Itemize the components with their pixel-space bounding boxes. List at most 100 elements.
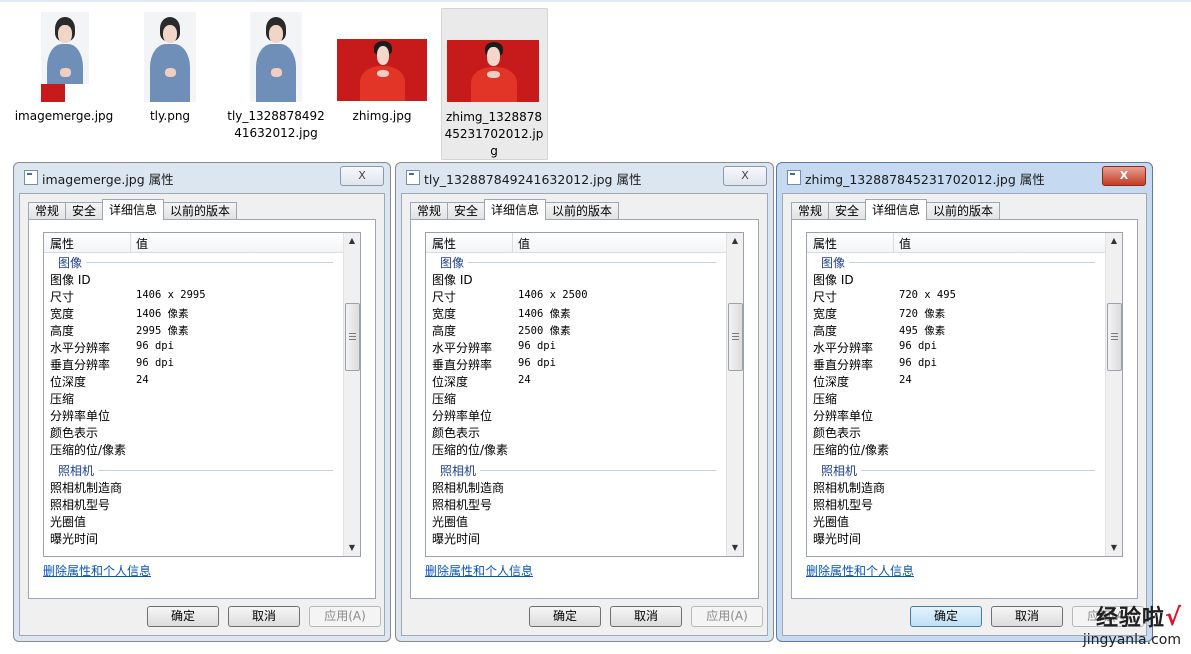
- tab-general[interactable]: 常规: [410, 202, 449, 220]
- column-header-property[interactable]: 属性: [50, 235, 74, 252]
- property-row[interactable]: 图像 ID: [807, 270, 1105, 287]
- property-row[interactable]: 照相机制造商: [426, 478, 726, 495]
- tab-security[interactable]: 安全: [447, 202, 486, 220]
- property-row[interactable]: 水平分辨率 96 dpi: [426, 338, 726, 355]
- file-item[interactable]: zhimg_132887845231702012.jpg: [441, 8, 548, 160]
- ok-button[interactable]: 确定: [910, 606, 982, 627]
- property-row[interactable]: 颜色表示: [44, 423, 343, 440]
- scroll-down-icon[interactable]: ▼: [1109, 543, 1119, 553]
- property-row[interactable]: 压缩的位/像素: [44, 440, 343, 457]
- property-row[interactable]: 垂直分辨率 96 dpi: [426, 355, 726, 372]
- property-row[interactable]: 位深度 24: [44, 372, 343, 389]
- property-row[interactable]: 宽度 1406 像素: [44, 304, 343, 321]
- column-header-value[interactable]: 值: [518, 235, 530, 252]
- tab-previous-versions[interactable]: 以前的版本: [926, 202, 1001, 220]
- dialog-titlebar[interactable]: imagemerge.jpg 属性 X: [14, 163, 390, 189]
- remove-properties-link[interactable]: 删除属性和个人信息: [43, 562, 151, 579]
- cancel-button[interactable]: 取消: [228, 606, 300, 627]
- property-row[interactable]: 压缩: [807, 389, 1105, 406]
- property-row[interactable]: 水平分辨率 96 dpi: [44, 338, 343, 355]
- property-row[interactable]: 曝光时间: [44, 529, 343, 546]
- remove-properties-link[interactable]: 删除属性和个人信息: [425, 562, 533, 579]
- property-row[interactable]: 位深度 24: [426, 372, 726, 389]
- property-row[interactable]: 光圈值: [44, 512, 343, 529]
- close-button[interactable]: X: [340, 166, 384, 186]
- tab-details[interactable]: 详细信息: [865, 199, 928, 220]
- property-value: 24: [899, 374, 912, 386]
- property-row[interactable]: 垂直分辨率 96 dpi: [807, 355, 1105, 372]
- property-row[interactable]: 压缩: [426, 389, 726, 406]
- cancel-button[interactable]: 取消: [991, 606, 1063, 627]
- vertical-scrollbar[interactable]: ▲ ▼: [1105, 233, 1122, 556]
- property-row[interactable]: 照相机型号: [44, 495, 343, 512]
- tab-general[interactable]: 常规: [28, 202, 67, 220]
- property-row[interactable]: 颜色表示: [807, 423, 1105, 440]
- property-row[interactable]: 照相机型号: [807, 495, 1105, 512]
- property-row[interactable]: 光圈值: [807, 512, 1105, 529]
- tab-previous-versions[interactable]: 以前的版本: [163, 202, 238, 220]
- scrollbar-thumb[interactable]: [728, 303, 743, 371]
- property-row[interactable]: 光圈值: [426, 512, 726, 529]
- property-row[interactable]: 尺寸 720 x 495: [807, 287, 1105, 304]
- property-row[interactable]: 宽度 1406 像素: [426, 304, 726, 321]
- property-row[interactable]: 颜色表示: [426, 423, 726, 440]
- property-row[interactable]: 压缩的位/像素: [426, 440, 726, 457]
- property-row[interactable]: 高度 2995 像素: [44, 321, 343, 338]
- close-button[interactable]: X: [1102, 166, 1146, 186]
- property-row[interactable]: 垂直分辨率 96 dpi: [44, 355, 343, 372]
- tab-details[interactable]: 详细信息: [102, 199, 165, 220]
- apply-button[interactable]: 应用(A): [691, 606, 763, 627]
- file-item[interactable]: zhimg.jpg: [330, 8, 435, 158]
- file-thumbnail: [250, 12, 302, 102]
- property-row[interactable]: 照相机制造商: [807, 478, 1105, 495]
- tab-details[interactable]: 详细信息: [484, 199, 547, 220]
- property-row[interactable]: 分辨率单位: [807, 406, 1105, 423]
- property-row[interactable]: 压缩的位/像素: [807, 440, 1105, 457]
- vertical-scrollbar[interactable]: ▲ ▼: [343, 233, 360, 556]
- column-header-value[interactable]: 值: [899, 235, 911, 252]
- property-row[interactable]: 压缩: [44, 389, 343, 406]
- scrollbar-thumb[interactable]: [345, 303, 360, 371]
- scroll-up-icon[interactable]: ▲: [730, 236, 740, 246]
- scroll-down-icon[interactable]: ▼: [730, 543, 740, 553]
- file-item[interactable]: tly_132887849241632012.jpg: [224, 8, 329, 158]
- file-item[interactable]: imagemerge.jpg: [12, 8, 117, 158]
- scroll-up-icon[interactable]: ▲: [1109, 236, 1119, 246]
- property-row[interactable]: 分辨率单位: [426, 406, 726, 423]
- property-row[interactable]: 高度 2500 像素: [426, 321, 726, 338]
- tab-general[interactable]: 常规: [791, 202, 830, 220]
- property-row[interactable]: 曝光时间: [807, 529, 1105, 546]
- property-row[interactable]: 尺寸 1406 x 2500: [426, 287, 726, 304]
- scrollbar-thumb[interactable]: [1107, 303, 1122, 371]
- ok-button[interactable]: 确定: [147, 606, 219, 627]
- property-row[interactable]: 照相机型号: [426, 495, 726, 512]
- column-header-value[interactable]: 值: [136, 235, 148, 252]
- dialog-titlebar[interactable]: tly_132887849241632012.jpg 属性 X: [396, 163, 773, 189]
- property-row[interactable]: 宽度 720 像素: [807, 304, 1105, 321]
- dialog-titlebar[interactable]: zhimg_132887845231702012.jpg 属性 X: [777, 163, 1152, 189]
- dialog-title: imagemerge.jpg 属性: [42, 172, 174, 187]
- scroll-up-icon[interactable]: ▲: [347, 236, 357, 246]
- property-row[interactable]: 曝光时间: [426, 529, 726, 546]
- property-row[interactable]: 高度 495 像素: [807, 321, 1105, 338]
- tab-previous-versions[interactable]: 以前的版本: [545, 202, 620, 220]
- column-header-property[interactable]: 属性: [432, 235, 456, 252]
- property-row[interactable]: 图像 ID: [426, 270, 726, 287]
- apply-button[interactable]: 应用(A): [309, 606, 381, 627]
- close-button[interactable]: X: [723, 166, 767, 186]
- vertical-scrollbar[interactable]: ▲ ▼: [726, 233, 743, 556]
- property-row[interactable]: 位深度 24: [807, 372, 1105, 389]
- property-row[interactable]: 分辨率单位: [44, 406, 343, 423]
- remove-properties-link[interactable]: 删除属性和个人信息: [806, 562, 914, 579]
- scroll-down-icon[interactable]: ▼: [347, 543, 357, 553]
- ok-button[interactable]: 确定: [529, 606, 601, 627]
- cancel-button[interactable]: 取消: [610, 606, 682, 627]
- property-row[interactable]: 照相机制造商: [44, 478, 343, 495]
- column-header-property[interactable]: 属性: [813, 235, 837, 252]
- property-row[interactable]: 图像 ID: [44, 270, 343, 287]
- file-item[interactable]: tly.png: [118, 8, 223, 158]
- property-row[interactable]: 水平分辨率 96 dpi: [807, 338, 1105, 355]
- property-row[interactable]: 尺寸 1406 x 2995: [44, 287, 343, 304]
- tab-security[interactable]: 安全: [828, 202, 867, 220]
- tab-security[interactable]: 安全: [65, 202, 104, 220]
